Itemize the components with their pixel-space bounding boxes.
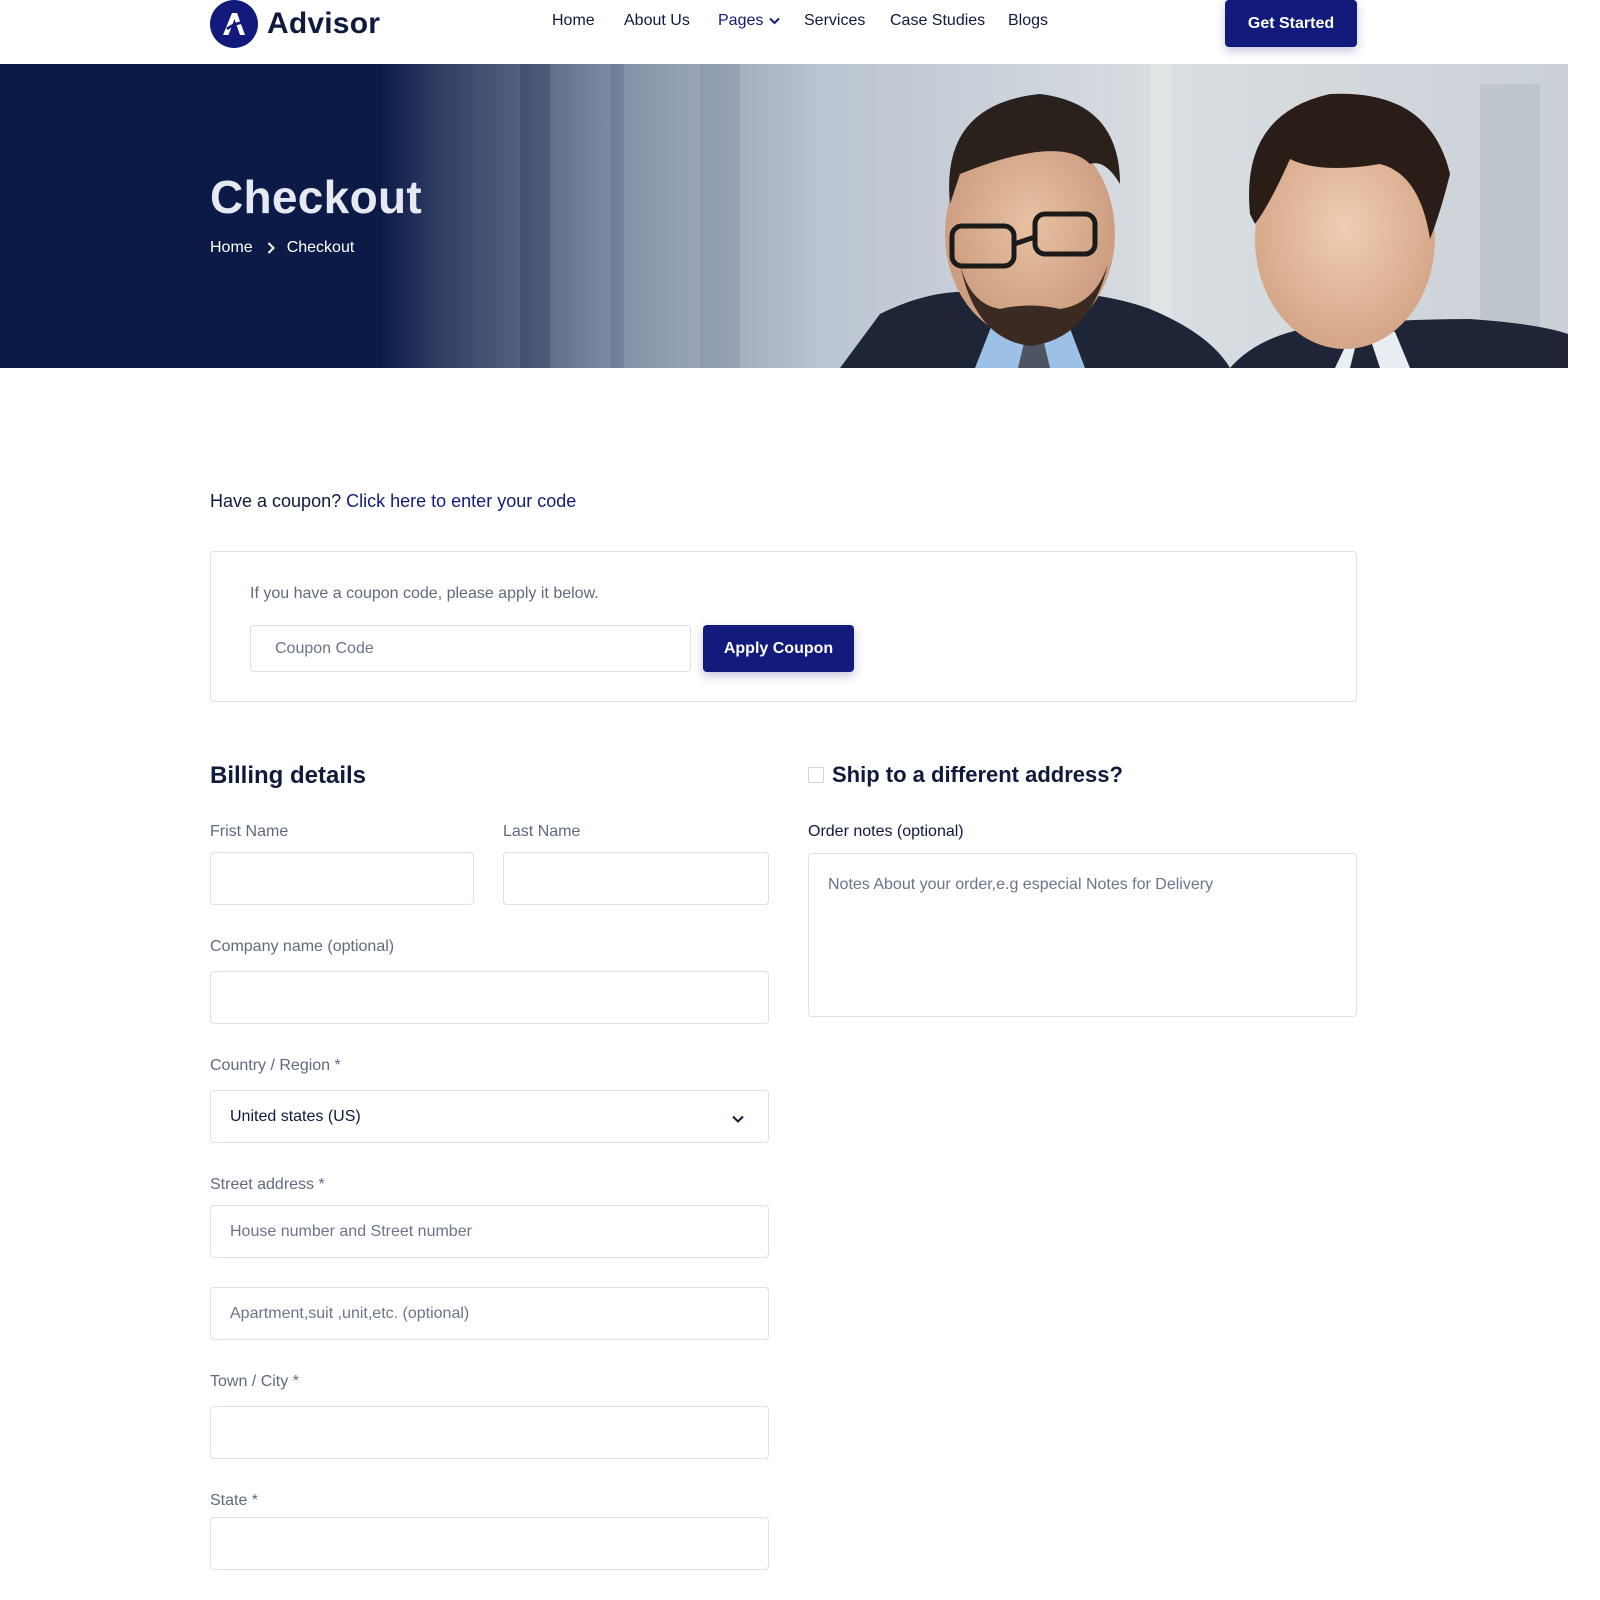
page-title: Checkout bbox=[210, 171, 422, 223]
apartment-field[interactable] bbox=[210, 1287, 769, 1340]
order-notes-label: Order notes (optional) bbox=[808, 823, 964, 840]
country-select[interactable]: United states (US) bbox=[210, 1090, 769, 1143]
city-field[interactable] bbox=[210, 1406, 769, 1459]
last-name-field[interactable] bbox=[503, 852, 769, 905]
company-field[interactable] bbox=[210, 971, 769, 1024]
coupon-prompt: Have a coupon? Click here to enter your … bbox=[210, 491, 576, 512]
country-selected-value: United states (US) bbox=[230, 1107, 361, 1125]
street-label: Street address * bbox=[210, 1176, 325, 1193]
last-name-label: Last Name bbox=[503, 823, 581, 840]
chevron-down-icon bbox=[732, 1110, 744, 1128]
breadcrumb: Home Checkout bbox=[210, 239, 354, 257]
billing-title: Billing details bbox=[210, 762, 367, 789]
street-address-field[interactable] bbox=[210, 1205, 769, 1258]
state-field[interactable] bbox=[210, 1517, 769, 1570]
nav-services[interactable]: Services bbox=[804, 12, 865, 30]
coupon-panel: If you have a coupon code, please apply … bbox=[210, 551, 1357, 702]
coupon-question: Have a coupon? bbox=[210, 491, 342, 511]
nav-home[interactable]: Home bbox=[552, 12, 595, 30]
first-name-field[interactable] bbox=[210, 852, 474, 905]
city-label: Town / City * bbox=[210, 1373, 299, 1390]
site-header: Advisor Home About Us Pages Services Cas… bbox=[0, 0, 1568, 64]
nav-pages-label: Pages bbox=[718, 12, 764, 29]
nav-pages[interactable]: Pages bbox=[718, 12, 781, 30]
chevron-right-icon bbox=[267, 242, 275, 254]
get-started-button[interactable]: Get Started bbox=[1225, 0, 1357, 47]
country-label: Country / Region * bbox=[210, 1057, 341, 1074]
company-label: Company name (optional) bbox=[210, 938, 395, 955]
breadcrumb-current: Checkout bbox=[286, 239, 355, 256]
nav-about-us[interactable]: About Us bbox=[624, 12, 690, 30]
breadcrumb-home[interactable]: Home bbox=[210, 239, 253, 257]
page-hero: Checkout Home Checkout bbox=[0, 64, 1568, 368]
state-label: State * bbox=[210, 1492, 259, 1509]
first-name-label: Frist Name bbox=[210, 823, 289, 840]
nav-case-studies[interactable]: Case Studies bbox=[890, 12, 985, 30]
ship-different-label[interactable]: Ship to a different address? bbox=[832, 762, 1123, 788]
apply-coupon-button[interactable]: Apply Coupon bbox=[703, 625, 854, 672]
ship-different-checkbox[interactable] bbox=[808, 767, 824, 783]
nav-blogs[interactable]: Blogs bbox=[1008, 12, 1048, 30]
chevron-down-icon bbox=[769, 12, 781, 30]
coupon-toggle-link[interactable]: Click here to enter your code bbox=[346, 491, 576, 511]
coupon-note: If you have a coupon code, please apply … bbox=[250, 585, 599, 602]
order-notes-field[interactable] bbox=[808, 853, 1357, 1017]
coupon-code-input[interactable] bbox=[250, 625, 691, 672]
